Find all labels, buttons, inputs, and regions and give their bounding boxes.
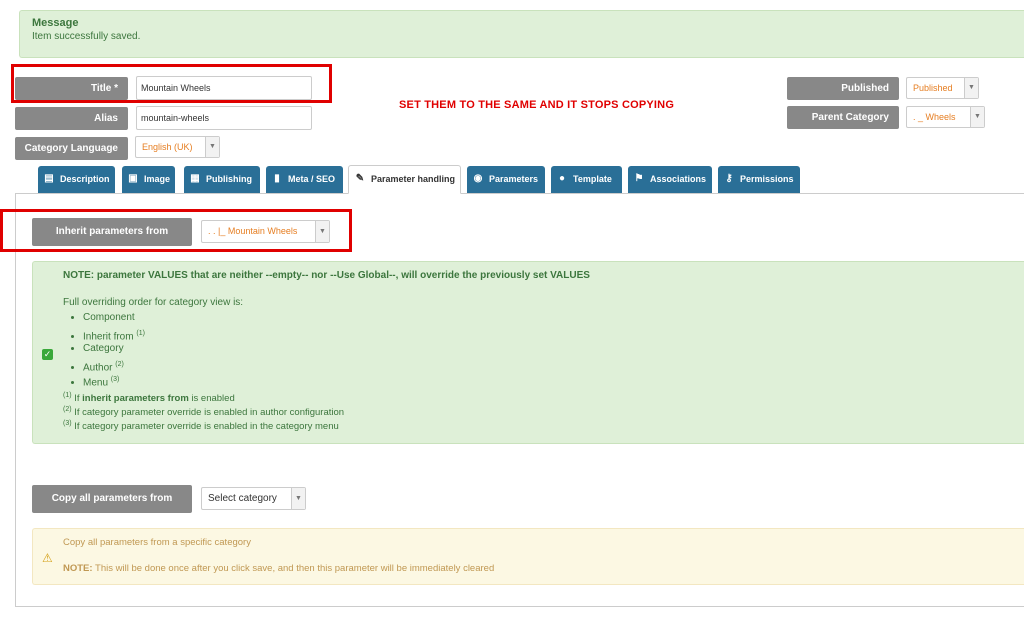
- override-order-list: Component Inherit from (1) Category Auth…: [83, 310, 145, 388]
- chevron-down-icon: ▼: [964, 78, 978, 98]
- copy-parameters-label: Copy all parameters from: [32, 485, 192, 513]
- tab-divider: [15, 193, 1024, 194]
- list-item: Author (2): [83, 357, 145, 373]
- footnote-2: (2) If category parameter override is en…: [63, 406, 345, 419]
- tab-label: Meta / SEO: [288, 174, 336, 184]
- copy-parameters-select[interactable]: Select category ▼: [201, 487, 306, 510]
- copy-select-value: Select category: [208, 493, 277, 504]
- tab-label: Parameter handling: [371, 174, 456, 184]
- document-icon: ▤: [44, 173, 54, 184]
- tab-label: Publishing: [206, 174, 252, 184]
- info-note: NOTE: This will be done once after you c…: [63, 563, 495, 574]
- highlight-inherit: [0, 209, 352, 252]
- tab-label: Parameters: [489, 174, 539, 184]
- tab-meta-seo[interactable]: ▮ Meta / SEO: [266, 166, 343, 193]
- note-heading: NOTE: parameter VALUES that are neither …: [63, 270, 590, 281]
- message-title: Message: [32, 17, 79, 29]
- tab-template[interactable]: ● Template: [551, 166, 622, 193]
- annotation-text: SET THEM TO THE SAME AND IT STOPS COPYIN…: [399, 99, 675, 111]
- parent-category-select[interactable]: . _ Wheels ▼: [906, 106, 985, 128]
- key-icon: ⚷: [725, 173, 733, 184]
- highlight-title: [11, 64, 332, 103]
- checkbox-icon: ✓: [42, 349, 53, 360]
- eye-icon: ◉: [473, 173, 483, 184]
- tab-permissions[interactable]: ⚷ Permissions: [718, 166, 800, 193]
- override-order-note: ✓ NOTE: parameter VALUES that are neithe…: [32, 261, 1024, 444]
- tab-parameters[interactable]: ◉ Parameters: [467, 166, 545, 193]
- tab-label: Image: [144, 174, 171, 184]
- success-message: Message Item successfully saved.: [19, 10, 1024, 58]
- alias-label: Alias: [15, 107, 128, 130]
- palette-icon: ●: [558, 173, 566, 184]
- chevron-down-icon: ▼: [205, 137, 219, 157]
- tab-description[interactable]: ▤ Description: [38, 166, 115, 193]
- tab-label: Description: [60, 174, 110, 184]
- note-intro: Full overriding order for category view …: [63, 297, 244, 308]
- tab-publishing[interactable]: ▦ Publishing: [184, 166, 260, 193]
- parent-category-select-value: . _ Wheels: [913, 112, 956, 122]
- copy-parameters-info: ⚠ Copy all parameters from a specific ca…: [32, 528, 1024, 585]
- list-item: Component: [83, 310, 145, 326]
- chevron-down-icon: ▼: [291, 488, 305, 509]
- footnote-3: (3) If category parameter override is en…: [63, 420, 339, 433]
- published-label: Published: [787, 77, 899, 100]
- list-item: Category: [83, 341, 145, 357]
- alias-input[interactable]: mountain-wheels: [136, 106, 312, 130]
- wrench-icon: ✎: [355, 173, 365, 184]
- tab-label: Permissions: [740, 174, 794, 184]
- footnote-1: (1) If inherit parameters from is enable…: [63, 392, 235, 405]
- tab-associations[interactable]: ⚑ Associations: [628, 166, 712, 193]
- tab-label: Associations: [650, 174, 707, 184]
- list-item: Menu (3): [83, 372, 145, 388]
- calendar-icon: ▦: [190, 173, 200, 184]
- published-select[interactable]: Published ▼: [906, 77, 979, 99]
- language-select-value: English (UK): [142, 142, 193, 152]
- warning-icon: ⚠: [42, 551, 53, 565]
- parent-category-label: Parent Category: [787, 106, 899, 129]
- flag-icon: ⚑: [634, 173, 644, 184]
- bookmark-icon: ▮: [274, 173, 280, 184]
- tab-parameter-handling[interactable]: ✎ Parameter handling: [348, 165, 461, 194]
- language-select[interactable]: English (UK) ▼: [135, 136, 220, 158]
- tab-image[interactable]: ▣ Image: [122, 166, 175, 193]
- tab-label: Template: [573, 174, 612, 184]
- info-line: Copy all parameters from a specific cate…: [63, 537, 251, 548]
- list-item: Inherit from (1): [83, 326, 145, 342]
- image-icon: ▣: [128, 173, 138, 184]
- published-select-value: Published: [913, 83, 953, 93]
- message-body: Item successfully saved.: [32, 31, 141, 42]
- language-label: Category Language: [15, 137, 128, 160]
- chevron-down-icon: ▼: [970, 107, 984, 127]
